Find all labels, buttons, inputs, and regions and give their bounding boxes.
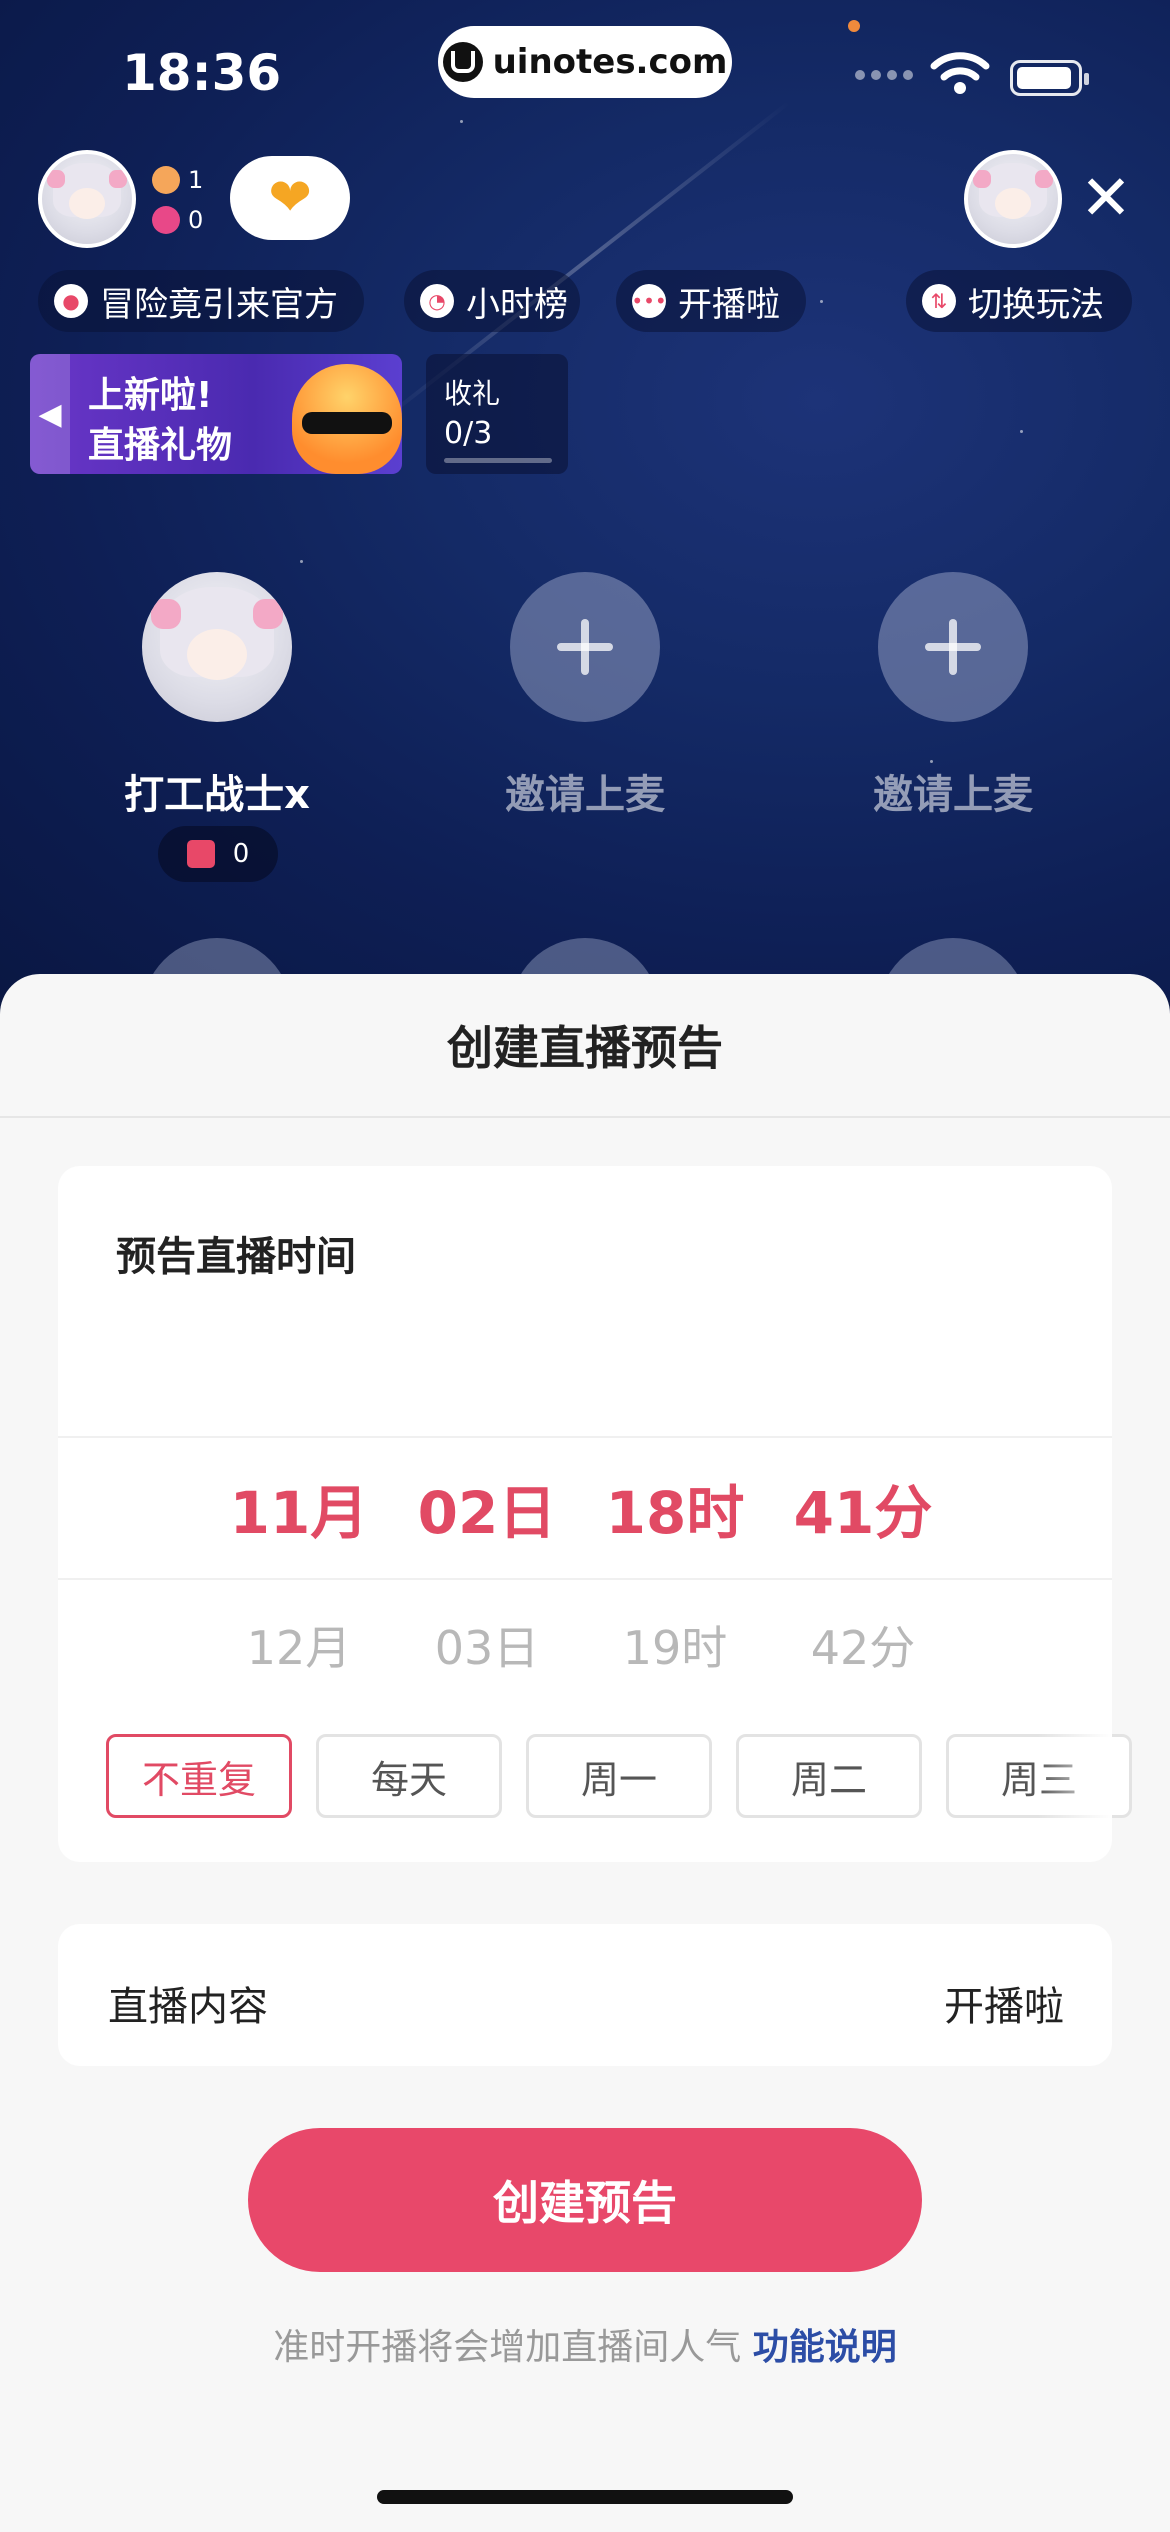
chip-adventure[interactable]: ● 冒险竟引来官方 (38, 270, 364, 332)
seat-2-invite-button[interactable] (510, 572, 660, 722)
seat-1-gift-count: 0 (158, 826, 278, 882)
flame-icon: ● (54, 284, 88, 318)
follow-heart-button[interactable]: ❤ (230, 156, 350, 240)
wifi-icon (930, 52, 990, 94)
create-preview-sheet: 创建直播预告 预告直播时间 11月 02日 18时 41分 12月 03日 19… (0, 974, 1170, 2532)
gift-icon (186, 840, 215, 868)
gift-task-label: 收礼 (444, 377, 501, 410)
url-pill: uinotes.com (438, 26, 732, 98)
chip-switch-mode-label: 切换玩法 (968, 284, 1104, 325)
chip-kaibo-label: 开播啦 (678, 284, 780, 325)
gift-task-card[interactable]: 收礼 0/3 (426, 354, 568, 474)
hint-line: 准时开播将会增加直播间人气 功能说明 (0, 2318, 1170, 2370)
chip-adventure-label: 冒险竟引来官方 (100, 284, 338, 325)
host-stats: 1 0 (152, 160, 203, 240)
picker-month-selected[interactable]: 11月 (204, 1466, 394, 1550)
star (460, 120, 463, 123)
mascot-glasses (302, 412, 392, 434)
seat-1-gifts: 0 (232, 839, 250, 869)
chip-hour-rank-label: 小时榜 (466, 284, 568, 325)
star (1020, 430, 1023, 433)
chip-hour-rank[interactable]: ◔ 小时榜 (404, 270, 580, 332)
gift-task-progress: 0/3 (444, 416, 493, 451)
chip-switch-mode[interactable]: ⇅ 切换玩法 (906, 270, 1132, 332)
live-content-row[interactable]: 直播内容 开播啦 (58, 1924, 1112, 2066)
seat-3-label: 邀请上麦 (873, 772, 1033, 818)
scroll-fade (1038, 1726, 1112, 1826)
status-time: 18:36 (122, 44, 282, 102)
seat-2-label: 邀请上麦 (505, 772, 665, 818)
time-picker-card: 预告直播时间 11月 02日 18时 41分 12月 03日 19时 42分 不… (58, 1166, 1132, 1862)
picker-month-next[interactable]: 12月 (204, 1612, 394, 1678)
user-icon (152, 166, 180, 194)
create-preview-button[interactable]: 创建预告 (248, 2128, 922, 2272)
user-count: 1 (188, 166, 204, 194)
feature-info-link[interactable]: 功能说明 (753, 2327, 897, 2368)
seat-1-name: 打工战士x (124, 772, 310, 818)
picker-minute-selected[interactable]: 41分 (768, 1466, 958, 1550)
star (820, 300, 823, 303)
repeat-option-tuesday[interactable]: 周二 (736, 1734, 922, 1818)
hint-text: 准时开播将会增加直播间人气 (273, 2327, 742, 2368)
seat-1-avatar[interactable] (142, 572, 292, 722)
viewer-avatar[interactable] (964, 150, 1062, 248)
picker-minute-next[interactable]: 42分 (768, 1612, 958, 1678)
switch-icon: ⇅ (922, 284, 956, 318)
repeat-option-none[interactable]: 不重复 (106, 1734, 292, 1818)
repeat-option-daily[interactable]: 每天 (316, 1734, 502, 1818)
new-gift-banner[interactable]: ◀ 上新啦! 直播礼物 (30, 354, 402, 474)
chip-kaibo[interactable]: ••• 开播啦 (616, 270, 806, 332)
time-label: 预告直播时间 (116, 1234, 356, 1280)
signal-icon (855, 70, 913, 80)
sheet-title: 创建直播预告 (447, 1021, 723, 1075)
gift-task-progress-bar (444, 458, 552, 463)
banner-line2: 直播礼物 (88, 425, 233, 466)
uinotes-logo-icon (442, 42, 483, 82)
chat-bubble-icon: ••• (631, 284, 667, 318)
clock-icon: ◔ (420, 284, 454, 318)
banner-line1: 上新啦! (88, 375, 213, 416)
home-indicator[interactable] (377, 2490, 793, 2504)
picker-day-next[interactable]: 03日 (392, 1612, 582, 1678)
content-value: 开播啦 (944, 1984, 1064, 2030)
picker-hour-selected[interactable]: 18时 (580, 1466, 770, 1550)
star (300, 560, 303, 563)
picker-hour-next[interactable]: 19时 (580, 1612, 770, 1678)
divider (0, 1116, 1170, 1118)
picker-day-selected[interactable]: 02日 (392, 1466, 582, 1550)
repeat-option-monday[interactable]: 周一 (526, 1734, 712, 1818)
collapse-arrow-icon[interactable]: ◀ (30, 354, 70, 474)
url-text: uinotes.com (492, 42, 728, 82)
privacy-dot-icon (848, 20, 860, 32)
battery-icon (1010, 60, 1089, 96)
winged-heart-icon: ❤ (268, 168, 312, 228)
content-label: 直播内容 (108, 1984, 268, 2030)
heart-icon (152, 206, 180, 234)
host-avatar[interactable] (38, 150, 136, 248)
close-icon[interactable]: ✕ (1080, 167, 1132, 229)
seat-3-invite-button[interactable] (878, 572, 1028, 722)
like-count: 0 (188, 206, 204, 234)
